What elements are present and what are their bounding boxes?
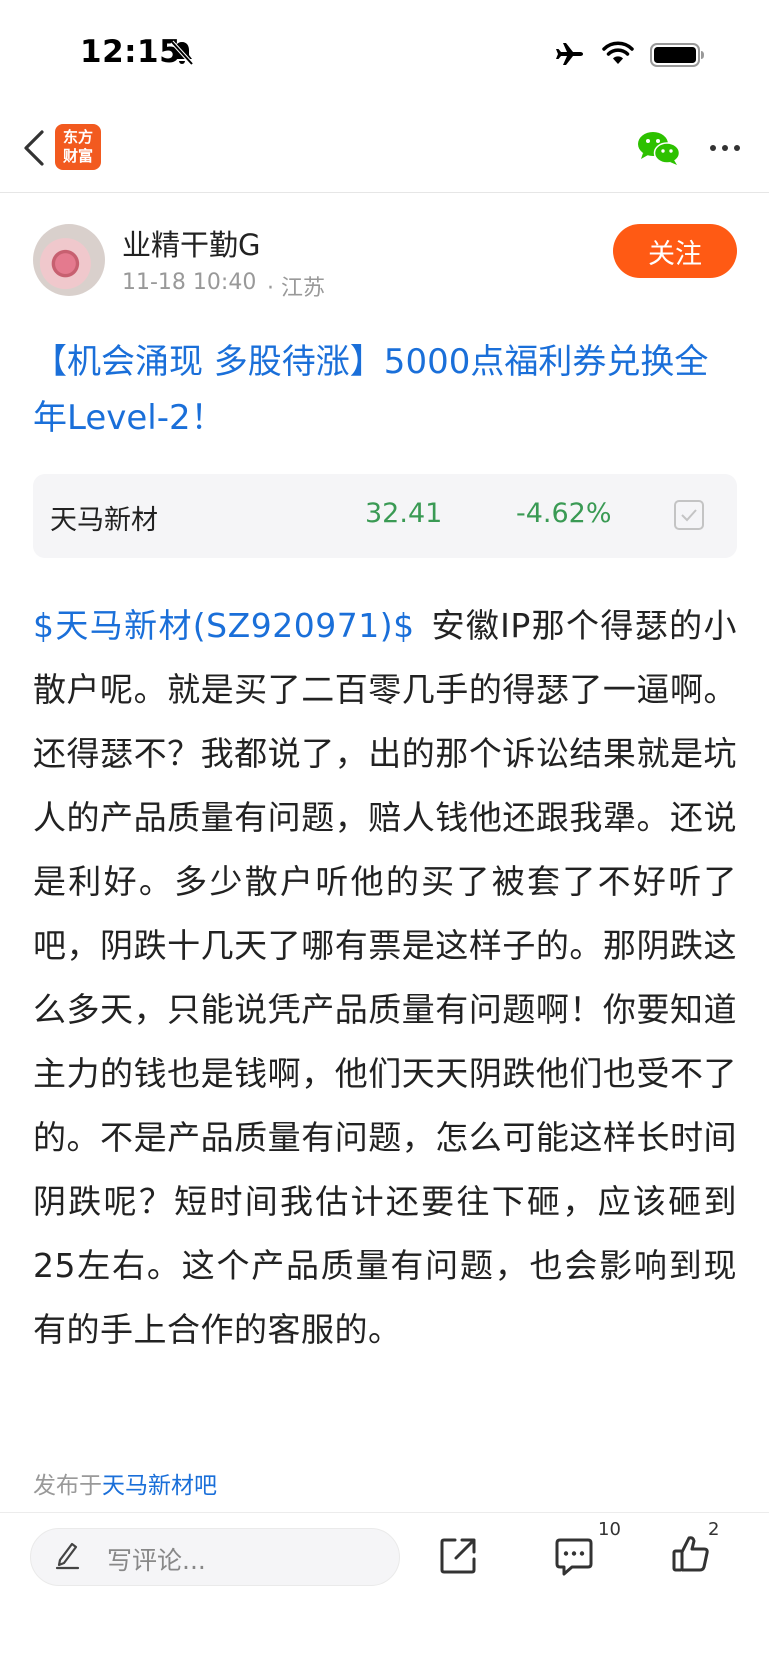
logo-line-2: 财富 (62, 147, 93, 165)
more-dot (710, 145, 716, 151)
nav-divider (0, 192, 769, 193)
post-location: · 江苏 (267, 276, 325, 301)
stock-price: 32.41 (365, 498, 443, 529)
more-button[interactable] (710, 145, 740, 151)
post-body-text: 安徽IP那个得瑟的小散户呢。就是买了二百零几手的得瑟了一逼啊。还得瑟不？我都说了… (33, 606, 737, 1349)
comment-input[interactable] (30, 1528, 400, 1586)
published-in: 发布于天马新材吧 (33, 1466, 217, 1500)
published-prefix: 发布于 (33, 1473, 102, 1499)
follow-button[interactable]: 关注 (613, 224, 737, 278)
more-dot (734, 145, 740, 151)
post-title-link[interactable]: 【机会涌现 多股待涨】5000点福利券兑换全年Level-2！ (33, 334, 733, 446)
battery-icon (650, 43, 706, 71)
add-watchlist-checkbox[interactable] (674, 500, 704, 530)
share-icon (440, 1538, 476, 1574)
author-avatar[interactable] (33, 224, 105, 296)
comment-count: 10 (598, 1519, 621, 1540)
app-logo: 东方 财富 (55, 124, 101, 170)
stock-change: -4.62% (516, 498, 612, 529)
wifi-icon (602, 40, 634, 70)
author-name[interactable]: 业精干勤G (122, 222, 260, 264)
more-dot (722, 145, 728, 151)
back-icon (24, 130, 44, 166)
share-button[interactable] (438, 1536, 478, 1580)
like-count: 2 (708, 1519, 720, 1540)
check-icon (681, 509, 697, 522)
comment-icon (555, 1538, 593, 1576)
stock-tag-link[interactable]: $天马新材(SZ920971)$ (33, 606, 415, 645)
thumbs-up-icon (672, 1536, 709, 1572)
status-time: 12:15 (80, 34, 182, 70)
post-time: 11-18 10:40 (122, 270, 257, 295)
logo-line-1: 东方 (62, 128, 93, 146)
bell-off-icon (170, 40, 194, 70)
bottom-divider (0, 1512, 769, 1513)
wechat-icon (638, 132, 681, 165)
pencil-icon (54, 1540, 82, 1574)
like-button[interactable] (671, 1534, 711, 1578)
forum-link[interactable]: 天马新材吧 (102, 1473, 217, 1499)
back-button[interactable] (14, 124, 54, 172)
airplane-icon (555, 42, 585, 70)
post-body: $天马新材(SZ920971)$ 安徽IP那个得瑟的小散户呢。就是买了二百零几手的… (33, 594, 737, 1362)
comments-button[interactable] (554, 1536, 594, 1582)
comment-placeholder: 写评论... (107, 1546, 206, 1575)
stock-name: 天马新材 (50, 505, 158, 536)
wechat-share-button[interactable] (637, 130, 681, 170)
